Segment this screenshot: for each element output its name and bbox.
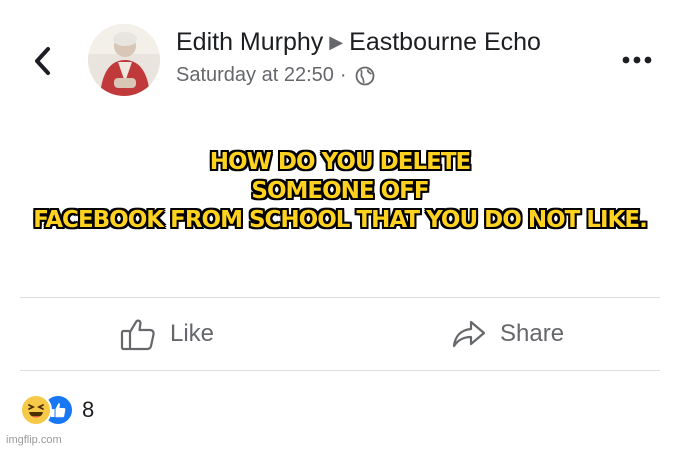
share-arrow-icon xyxy=(452,320,486,348)
more-icon xyxy=(622,56,652,64)
like-button[interactable]: Like xyxy=(120,312,214,356)
chevron-left-icon xyxy=(35,47,50,75)
separator-dot: · xyxy=(339,64,347,86)
globe-icon xyxy=(355,66,374,85)
post-meta: Saturday at 22:50 · xyxy=(176,64,375,87)
more-options-button[interactable] xyxy=(620,52,654,68)
profile-photo xyxy=(88,24,160,96)
like-label: Like xyxy=(170,320,215,347)
divider-bottom xyxy=(20,370,660,371)
back-button[interactable] xyxy=(28,44,58,78)
share-label: Share xyxy=(500,320,565,347)
post-text: HOW DO YOU DELETE SOMEONE OFF FACEBOOK F… xyxy=(0,148,680,235)
group-name[interactable]: Eastbourne Echo xyxy=(349,28,541,56)
reaction-count: 8 xyxy=(82,397,95,422)
post-text-line-1: HOW DO YOU DELETE xyxy=(209,149,471,175)
avatar[interactable] xyxy=(88,24,160,96)
reactions-summary[interactable]: 8 xyxy=(20,394,94,426)
share-button[interactable]: Share xyxy=(452,312,564,356)
watermark: imgflip.com xyxy=(6,434,62,446)
post-header: Edith Murphy ▶ Eastbourne Echo xyxy=(176,28,541,57)
post-timestamp[interactable]: Saturday at 22:50 xyxy=(176,64,334,87)
triangle-right-icon: ▶ xyxy=(329,32,344,52)
divider-top xyxy=(20,297,660,298)
post-text-line-2: SOMEONE OFF xyxy=(251,178,429,204)
haha-reaction-icon xyxy=(20,394,52,426)
thumbs-up-icon xyxy=(120,319,155,351)
post-text-line-3: FACEBOOK FROM SCHOOL THAT YOU DO NOT LIK… xyxy=(33,207,648,233)
author-name[interactable]: Edith Murphy xyxy=(176,28,323,56)
